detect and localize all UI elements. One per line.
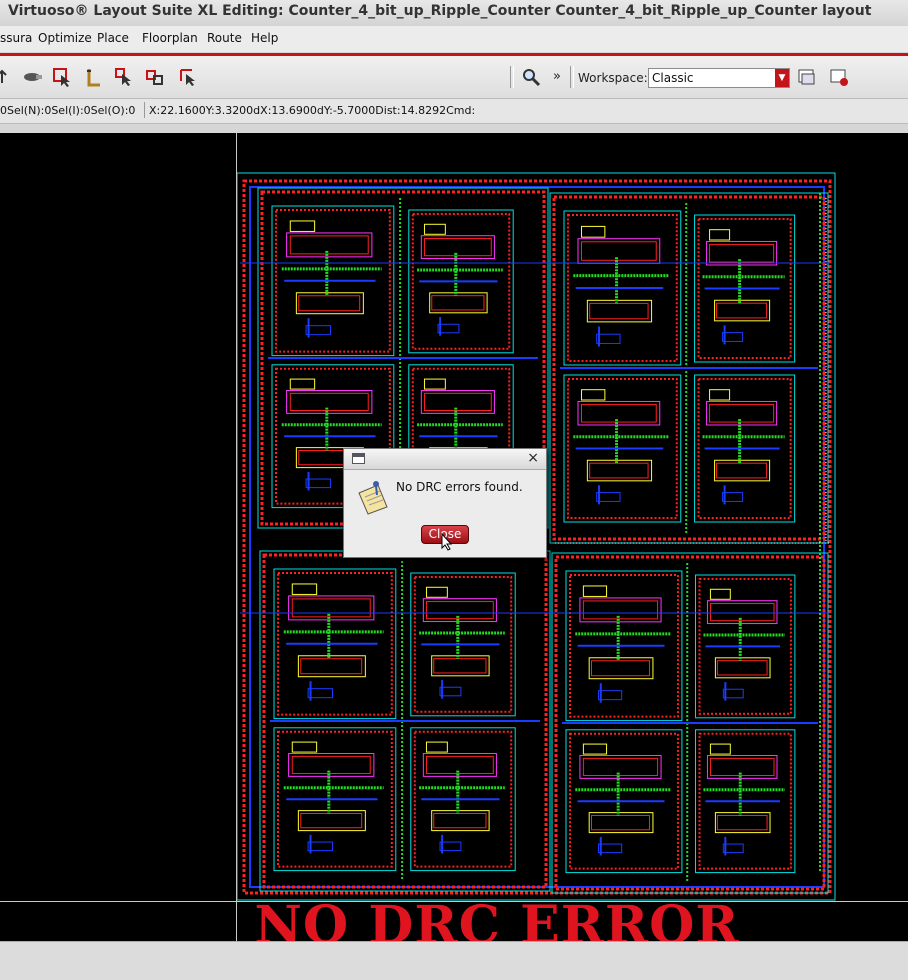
- dialog-close-icon[interactable]: ×: [527, 450, 539, 466]
- ruler-tool-icon[interactable]: [84, 67, 104, 87]
- mouse-pointer-icon: [441, 533, 453, 551]
- bottom-bar: [0, 941, 908, 980]
- workspace-delete-icon[interactable]: [829, 67, 849, 87]
- toolbar-separator: [510, 66, 514, 88]
- probe-tool-icon[interactable]: [22, 67, 42, 87]
- status-divider: [144, 102, 145, 118]
- zoom-search-icon[interactable]: [521, 67, 541, 87]
- window-titlebar: Virtuoso® Layout Suite XL Editing: Count…: [0, 0, 908, 27]
- more-tools-button[interactable]: »: [553, 69, 561, 84]
- flip-tool-icon[interactable]: [0, 67, 12, 87]
- selection-count: 0Sel(N):0Sel(I):0Sel(O):0: [0, 104, 136, 117]
- menu-place[interactable]: Place: [97, 31, 129, 45]
- window-icon: [352, 453, 365, 464]
- workspace-value: Classic: [652, 71, 694, 85]
- status-bar: 0Sel(N):0Sel(I):0Sel(O):0 X:22.1600Y:3.3…: [0, 99, 908, 124]
- workspace-save-icon[interactable]: [797, 67, 817, 87]
- select-area-icon[interactable]: [52, 67, 72, 87]
- dialog-titlebar: ×: [344, 449, 546, 470]
- menu-help[interactable]: Help: [251, 31, 278, 45]
- chevron-down-icon[interactable]: ▼: [775, 69, 789, 87]
- workspace-select[interactable]: Classic ▼: [648, 68, 790, 88]
- menu-optimize[interactable]: Optimize: [38, 31, 92, 45]
- select-pointer-icon[interactable]: [114, 67, 134, 87]
- no-drc-error-banner: NO DRC ERROR: [254, 895, 740, 941]
- dialog-message: No DRC errors found.: [396, 480, 523, 494]
- note-icon: [358, 481, 388, 515]
- menu-assura[interactable]: ssura: [0, 31, 32, 45]
- toolbar: » Workspace: Classic ▼: [0, 56, 908, 99]
- menu-bar: ssura Optimize Place Floorplan Route Hel…: [0, 26, 908, 52]
- window-title: Virtuoso® Layout Suite XL Editing: Count…: [8, 3, 872, 19]
- menu-route[interactable]: Route: [207, 31, 242, 45]
- canvas-divider-vertical: [236, 133, 237, 941]
- toolbar-separator: [570, 66, 574, 88]
- cursor-coordinates: X:22.1600Y:3.3200dX:13.6900dY:-5.7000Dis…: [149, 104, 476, 117]
- banner: NO DRC ERROR: [0, 895, 908, 941]
- stretch-tool-icon[interactable]: [178, 67, 198, 87]
- workspace-label: Workspace:: [578, 71, 648, 85]
- menu-floorplan[interactable]: Floorplan: [142, 31, 198, 45]
- move-tool-icon[interactable]: [146, 67, 166, 87]
